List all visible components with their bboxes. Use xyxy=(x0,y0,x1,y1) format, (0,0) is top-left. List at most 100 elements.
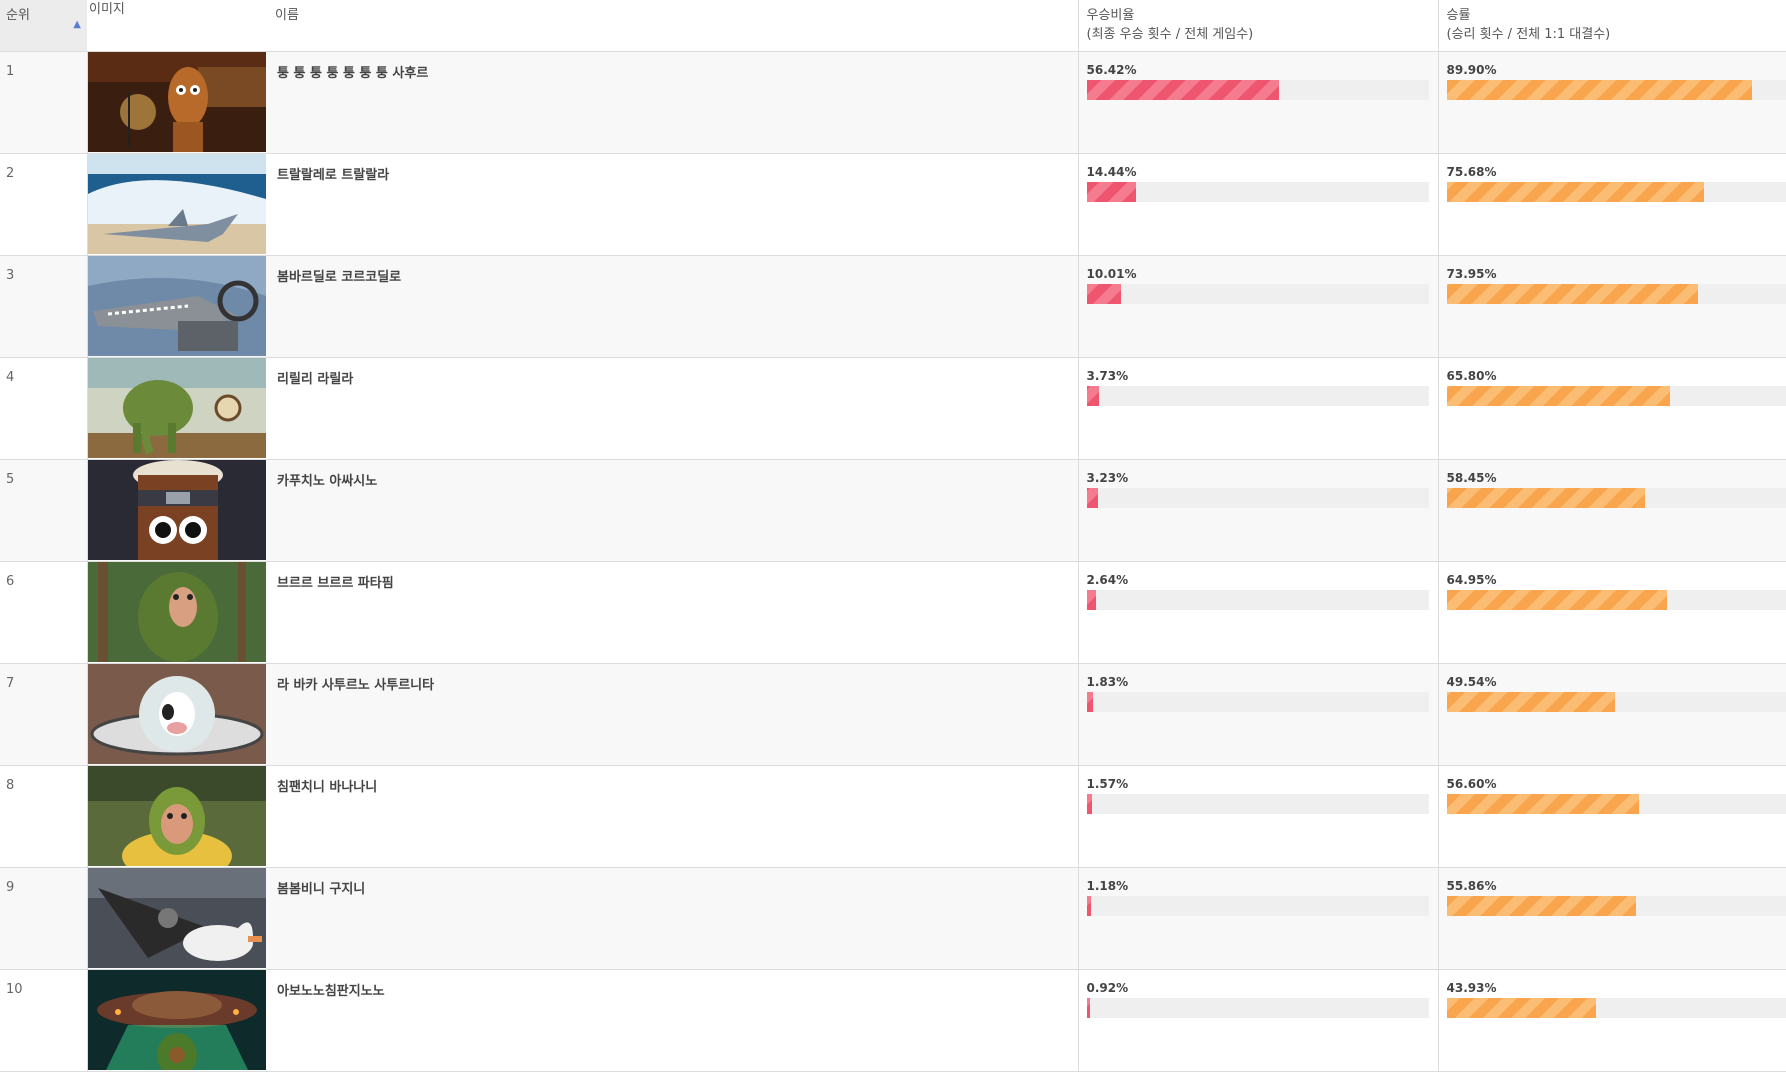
thumbnail-image[interactable] xyxy=(88,358,268,458)
win-ratio-cell: 0.92% xyxy=(1078,969,1438,1071)
table-row[interactable]: 3봄바르딜로 코르코딜로10.01%73.95% xyxy=(0,255,1786,357)
thumbnail-image[interactable] xyxy=(88,664,268,764)
win-rate-header-title: 승률 xyxy=(1447,6,1786,25)
win-ratio-value: 14.44% xyxy=(1087,165,1430,179)
win-ratio-cell: 1.57% xyxy=(1078,765,1438,867)
win-ratio-bar-track xyxy=(1087,182,1429,202)
win-ratio-bar-track xyxy=(1087,284,1429,304)
table-row[interactable]: 4리릴리 라릴라3.73%65.80% xyxy=(0,357,1786,459)
win-ratio-cell: 2.64% xyxy=(1078,561,1438,663)
win-ratio-cell: 1.18% xyxy=(1078,867,1438,969)
win-rate-value: 55.86% xyxy=(1447,879,1786,893)
rank-cell: 7 xyxy=(0,663,87,765)
rank-column-header[interactable]: 순위 ▲ xyxy=(0,0,87,51)
table-row[interactable]: 10아보노노침판지노노0.92%43.93% xyxy=(0,969,1786,1071)
name-cell: 트랄랄레로 트랄랄라 xyxy=(267,153,1078,255)
name-cell: 아보노노침판지노노 xyxy=(267,969,1078,1071)
name-cell: 브르르 브르르 파타핌 xyxy=(267,561,1078,663)
win-ratio-bar-fill xyxy=(1087,80,1280,100)
win-ratio-bar-track xyxy=(1087,488,1429,508)
win-rate-cell: 43.93% xyxy=(1438,969,1786,1071)
win-rate-bar-fill xyxy=(1447,692,1615,712)
table-row[interactable]: 9 봄봄비니 구지니 1.18% 55.86% xyxy=(0,867,1786,969)
thumbnail-cell[interactable] xyxy=(87,255,267,357)
win-rate-column-header[interactable]: 승률 (승리 횟수 / 전체 1:1 대결수) xyxy=(1438,0,1786,51)
win-rate-cell: 55.86% xyxy=(1438,867,1786,969)
thumbnail-image[interactable] xyxy=(88,460,268,560)
rank-cell: 9 xyxy=(0,867,87,969)
name-cell: 봄바르딜로 코르코딜로 xyxy=(267,255,1078,357)
table-row[interactable]: 7라 바카 사투르노 사투르니타1.83%49.54% xyxy=(0,663,1786,765)
win-rate-cell: 89.90% xyxy=(1438,51,1786,153)
win-rate-bar-fill xyxy=(1447,998,1596,1018)
name-header-label: 이름 xyxy=(275,8,299,23)
win-rate-value: 75.68% xyxy=(1447,165,1786,179)
thumbnail-cell[interactable] xyxy=(87,663,267,765)
win-ratio-bar-fill xyxy=(1087,182,1136,202)
thumbnail-cell[interactable] xyxy=(87,765,267,867)
rank-cell: 4 xyxy=(0,357,87,459)
win-rate-bar-track xyxy=(1447,998,1786,1018)
win-ratio-bar-fill xyxy=(1087,590,1096,610)
thumbnail-image[interactable] xyxy=(88,562,268,662)
win-rate-value: 64.95% xyxy=(1447,573,1786,587)
win-ratio-bar-track xyxy=(1087,896,1429,916)
win-rate-bar-track xyxy=(1447,386,1786,406)
thumbnail-image[interactable] xyxy=(88,256,268,356)
win-rate-bar-fill xyxy=(1447,488,1646,508)
sort-ascending-icon[interactable]: ▲ xyxy=(73,15,81,34)
win-ratio-bar-track xyxy=(1087,590,1429,610)
rank-cell: 5 xyxy=(0,459,87,561)
rank-cell: 8 xyxy=(0,765,87,867)
thumbnail-cell[interactable] xyxy=(87,153,267,255)
table-row[interactable]: 1퉁 퉁 퉁 퉁 퉁 퉁 퉁 사후르56.42%89.90% xyxy=(0,51,1786,153)
table-row[interactable]: 5카푸치노 아싸시노3.23%58.45% xyxy=(0,459,1786,561)
win-rate-value: 43.93% xyxy=(1447,981,1786,995)
thumbnail-image[interactable] xyxy=(88,766,268,866)
win-ratio-cell: 1.83% xyxy=(1078,663,1438,765)
thumbnail-cell[interactable] xyxy=(87,459,267,561)
table-row[interactable]: 2트랄랄레로 트랄랄라14.44%75.68% xyxy=(0,153,1786,255)
win-ratio-value: 3.73% xyxy=(1087,369,1430,383)
thumbnail-image[interactable] xyxy=(88,52,268,152)
win-ratio-value: 0.92% xyxy=(1087,981,1430,995)
win-rate-bar-fill xyxy=(1447,182,1704,202)
name-column-header[interactable]: 이름 xyxy=(267,0,1078,51)
win-ratio-bar-fill xyxy=(1087,896,1091,916)
win-rate-bar-track xyxy=(1447,896,1786,916)
thumbnail-cell[interactable] xyxy=(87,357,267,459)
thumbnail-image[interactable] xyxy=(88,868,268,968)
win-ratio-cell: 3.23% xyxy=(1078,459,1438,561)
thumbnail-image[interactable] xyxy=(88,154,268,254)
win-ratio-bar-fill xyxy=(1087,998,1090,1018)
win-ratio-cell: 3.73% xyxy=(1078,357,1438,459)
table-row[interactable]: 8침팬치니 바나나니1.57%56.60% xyxy=(0,765,1786,867)
win-ratio-cell: 14.44% xyxy=(1078,153,1438,255)
table-row[interactable]: 6 브르르 브르르 파타핌2.64% 64.95% xyxy=(0,561,1786,663)
win-rate-bar-track xyxy=(1447,590,1786,610)
thumbnail-cell[interactable] xyxy=(87,561,267,663)
thumbnail-cell[interactable] xyxy=(87,867,267,969)
table-header-row: 순위 ▲ 이미지 이름 우승비율 (최종 우승 횟수 / 전체 게임수) 승률 … xyxy=(0,0,1786,51)
thumbnail-cell[interactable] xyxy=(87,969,267,1071)
win-ratio-bar-fill xyxy=(1087,488,1098,508)
win-ratio-bar-track xyxy=(1087,998,1429,1018)
ranking-table: 순위 ▲ 이미지 이름 우승비율 (최종 우승 횟수 / 전체 게임수) 승률 … xyxy=(0,0,1786,1072)
win-rate-cell: 64.95% xyxy=(1438,561,1786,663)
win-ratio-column-header[interactable]: 우승비율 (최종 우승 횟수 / 전체 게임수) xyxy=(1078,0,1438,51)
win-ratio-value: 1.18% xyxy=(1087,879,1430,893)
win-rate-bar-track xyxy=(1447,794,1786,814)
win-ratio-value: 1.57% xyxy=(1087,777,1430,791)
win-rate-cell: 56.60% xyxy=(1438,765,1786,867)
thumbnail-image[interactable] xyxy=(88,970,268,1070)
win-rate-bar-track xyxy=(1447,488,1786,508)
win-ratio-value: 56.42% xyxy=(1087,63,1430,77)
image-column-header[interactable]: 이미지 xyxy=(87,0,267,51)
thumbnail-cell[interactable] xyxy=(87,51,267,153)
win-rate-bar-fill xyxy=(1447,896,1637,916)
name-cell: 봄봄비니 구지니 xyxy=(267,867,1078,969)
win-ratio-value: 1.83% xyxy=(1087,675,1430,689)
rank-cell: 6 xyxy=(0,561,87,663)
win-rate-value: 56.60% xyxy=(1447,777,1786,791)
win-ratio-bar-track xyxy=(1087,386,1429,406)
